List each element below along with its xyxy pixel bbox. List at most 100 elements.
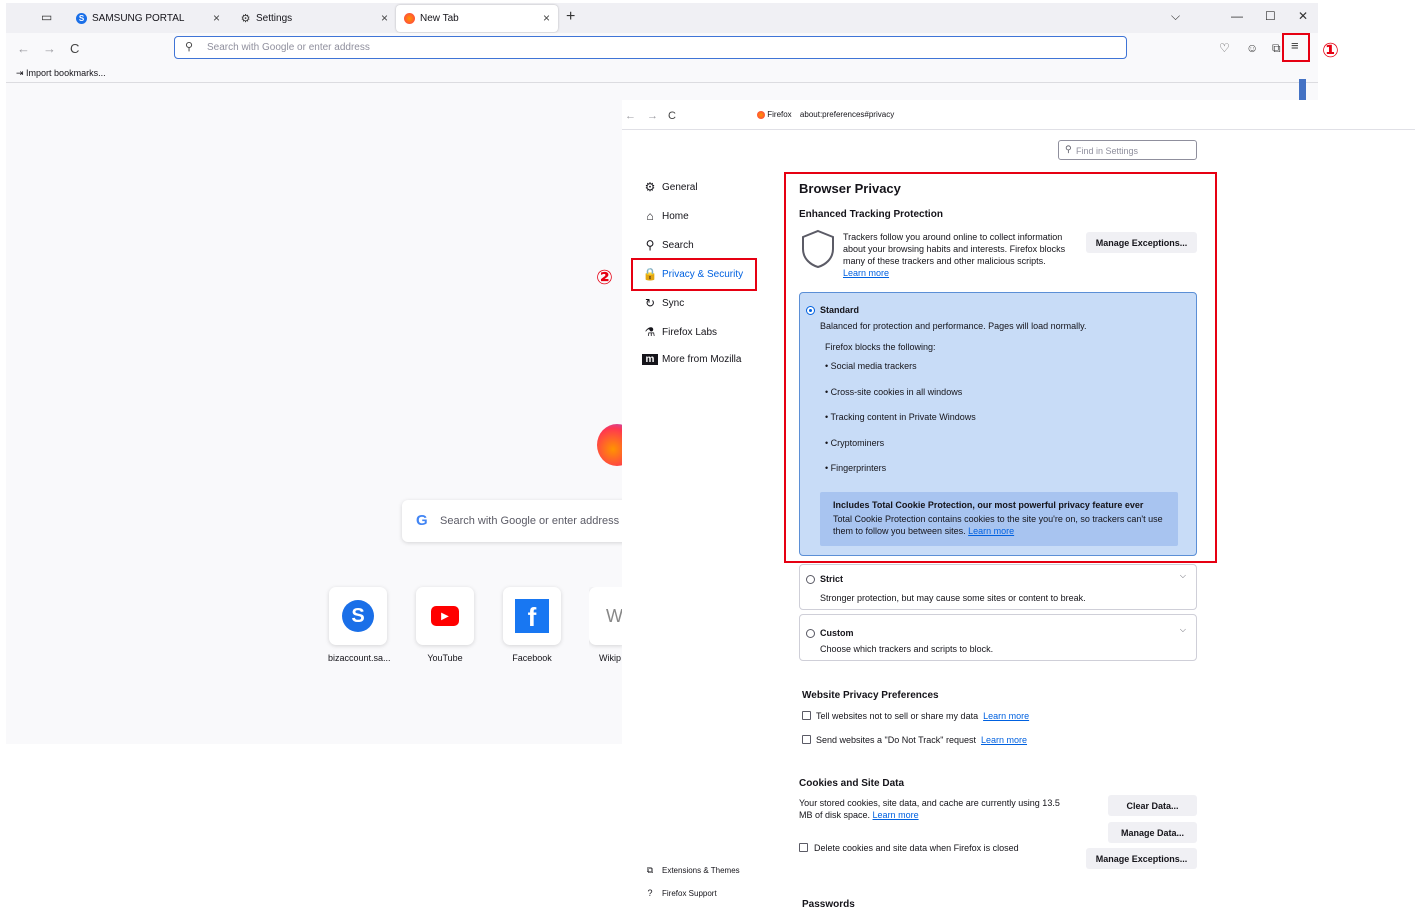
gear-icon: ⚙ <box>644 180 656 194</box>
minimize-button[interactable]: — <box>1231 9 1243 23</box>
list-all-tabs-icon[interactable]: ⌵ <box>1171 9 1180 24</box>
chevron-down-icon[interactable]: ⌵ <box>1180 625 1186 635</box>
find-placeholder: Find in Settings <box>1076 146 1139 156</box>
maximize-button[interactable]: ☐ <box>1265 9 1276 23</box>
flask-icon: ⚗ <box>644 325 656 339</box>
account-icon[interactable]: ☺ <box>1246 41 1258 55</box>
hamburger-menu-icon[interactable]: ≡ <box>1291 38 1299 53</box>
learn-more-link[interactable]: Learn more <box>981 735 1027 745</box>
tile-label: bizaccount.sa... <box>328 653 391 663</box>
close-tab-icon[interactable]: × <box>213 11 220 25</box>
sidebar-label: Firefox Support <box>662 888 717 898</box>
strict-option-box[interactable]: Strict Stronger protection, but may caus… <box>799 564 1197 610</box>
top-site-tile[interactable]: S bizaccount.sa... <box>328 587 391 663</box>
sidebar-item-extensions[interactable]: ⧉ Extensions & Themes <box>642 865 740 876</box>
nav-bar: ← → C ⚲ Search with Google or enter addr… <box>6 33 1318 65</box>
settings-address-bar[interactable]: Firefox about:preferences#privacy <box>757 110 894 119</box>
tab-label: New Tab <box>420 13 459 24</box>
strict-label: Strict <box>820 574 844 584</box>
back-button[interactable]: ← <box>17 41 30 56</box>
top-site-tile[interactable]: W Wikip <box>589 587 623 663</box>
wikipedia-icon: W <box>606 605 623 626</box>
firefox-favicon-icon <box>404 13 415 24</box>
sidebar-label: Firefox Labs <box>662 326 718 338</box>
sidebar-item-more-mozilla[interactable]: m More from Mozilla <box>642 354 741 365</box>
settings-nav-bar: ← → C Firefox about:preferences#privacy <box>622 100 1415 130</box>
tab-label: SAMSUNG PORTAL <box>92 13 185 24</box>
address-bar[interactable]: ⚲ Search with Google or enter address <box>174 36 1127 59</box>
tile-label: Wikip <box>599 653 621 663</box>
samsung-s-icon: S <box>342 600 374 632</box>
chevron-down-icon[interactable]: ⌵ <box>1180 571 1186 581</box>
samsung-favicon-icon: S <box>76 13 87 24</box>
sidebar-item-sync[interactable]: ↻ Sync <box>642 296 684 310</box>
learn-more-link[interactable]: Learn more <box>983 711 1029 721</box>
do-not-sell-checkbox[interactable] <box>802 711 811 720</box>
custom-desc: Choose which trackers and scripts to blo… <box>820 644 994 654</box>
import-bookmarks-label: Import bookmarks... <box>26 68 106 78</box>
tab-settings[interactable]: ⚙ Settings × <box>232 5 396 32</box>
manage-cookie-exceptions-button[interactable]: Manage Exceptions... <box>1086 848 1197 869</box>
do-not-sell-text: Tell websites not to sell or share my da… <box>816 711 979 721</box>
strict-radio[interactable] <box>806 575 815 584</box>
website-privacy-title: Website Privacy Preferences <box>802 690 939 701</box>
import-bookmarks-link[interactable]: ⇥ Import bookmarks... <box>16 68 106 79</box>
custom-radio[interactable] <box>806 629 815 638</box>
back-button[interactable]: ← <box>625 110 636 122</box>
custom-label: Custom <box>820 628 854 638</box>
pocket-icon[interactable]: ♡ <box>1219 41 1230 55</box>
new-tab-button[interactable]: + <box>566 8 575 26</box>
url-path: about:preferences#privacy <box>799 110 895 119</box>
top-site-tile[interactable]: ▶ YouTube <box>415 587 475 663</box>
sidebar-label: General <box>662 181 698 193</box>
close-window-button[interactable]: ✕ <box>1298 9 1308 23</box>
tab-strip: ▭ S SAMSUNG PORTAL × ⚙ Settings × New Ta… <box>6 3 1318 33</box>
sidebar-label: More from Mozilla <box>662 354 742 365</box>
step-2-marker: ② <box>596 267 613 289</box>
address-placeholder: Search with Google or enter address <box>207 42 370 53</box>
manage-data-button[interactable]: Manage Data... <box>1108 822 1197 843</box>
browser-privacy-highlight-box <box>784 172 1217 563</box>
find-in-settings-input[interactable]: ⚲ Find in Settings <box>1058 140 1197 160</box>
cookies-title: Cookies and Site Data <box>799 778 905 789</box>
close-tab-icon[interactable]: × <box>381 11 388 25</box>
extensions-icon: ⧉ <box>646 865 654 875</box>
firefox-favicon-icon <box>757 110 765 119</box>
search-icon: ⚲ <box>645 238 655 252</box>
newtab-search-box[interactable]: G Search with Google or enter address <box>402 500 628 542</box>
do-not-track-label: Send websites a "Do Not Track" request L… <box>816 734 1027 746</box>
close-tab-icon[interactable]: × <box>543 11 550 25</box>
mozilla-icon: m <box>642 354 658 365</box>
tile-label: Facebook <box>512 653 552 663</box>
sidebar-label: Sync <box>662 297 685 309</box>
extensions-icon[interactable]: ⧉ <box>1272 41 1281 56</box>
gear-icon: ⚙ <box>240 13 251 25</box>
custom-option-box[interactable]: Custom Choose which trackers and scripts… <box>799 614 1197 661</box>
tab-label: Settings <box>256 13 293 24</box>
sidebar-item-support[interactable]: ? Firefox Support <box>642 888 717 898</box>
home-icon: ⌂ <box>646 209 654 223</box>
tab-list-icon[interactable]: ▭ <box>41 10 55 24</box>
tile-label: YouTube <box>427 653 463 663</box>
sidebar-label: Search <box>662 239 694 251</box>
forward-button[interactable]: → <box>647 110 658 122</box>
cookies-desc-text: Your stored cookies, site data, and cach… <box>799 798 1060 820</box>
tab-samsung-portal[interactable]: S SAMSUNG PORTAL × <box>68 5 228 32</box>
sidebar-item-general[interactable]: ⚙ General <box>642 180 698 194</box>
sidebar-item-firefox-labs[interactable]: ⚗ Firefox Labs <box>642 325 717 339</box>
reload-button[interactable]: C <box>70 41 79 56</box>
top-site-tile[interactable]: f Facebook <box>502 587 562 663</box>
help-icon: ? <box>647 888 653 898</box>
search-icon: ⚲ <box>185 41 194 53</box>
google-icon: G <box>416 512 428 529</box>
delete-on-close-checkbox[interactable] <box>799 843 808 852</box>
tab-new-tab[interactable]: New Tab × <box>396 5 558 32</box>
sidebar-item-search[interactable]: ⚲ Search <box>642 238 694 252</box>
sidebar-item-home[interactable]: ⌂ Home <box>642 209 688 223</box>
do-not-track-checkbox[interactable] <box>802 735 811 744</box>
clear-data-button[interactable]: Clear Data... <box>1108 795 1197 816</box>
sync-icon: ↻ <box>644 296 656 310</box>
reload-button[interactable]: C <box>668 110 676 122</box>
forward-button[interactable]: → <box>43 41 56 56</box>
learn-more-link[interactable]: Learn more <box>873 810 919 820</box>
